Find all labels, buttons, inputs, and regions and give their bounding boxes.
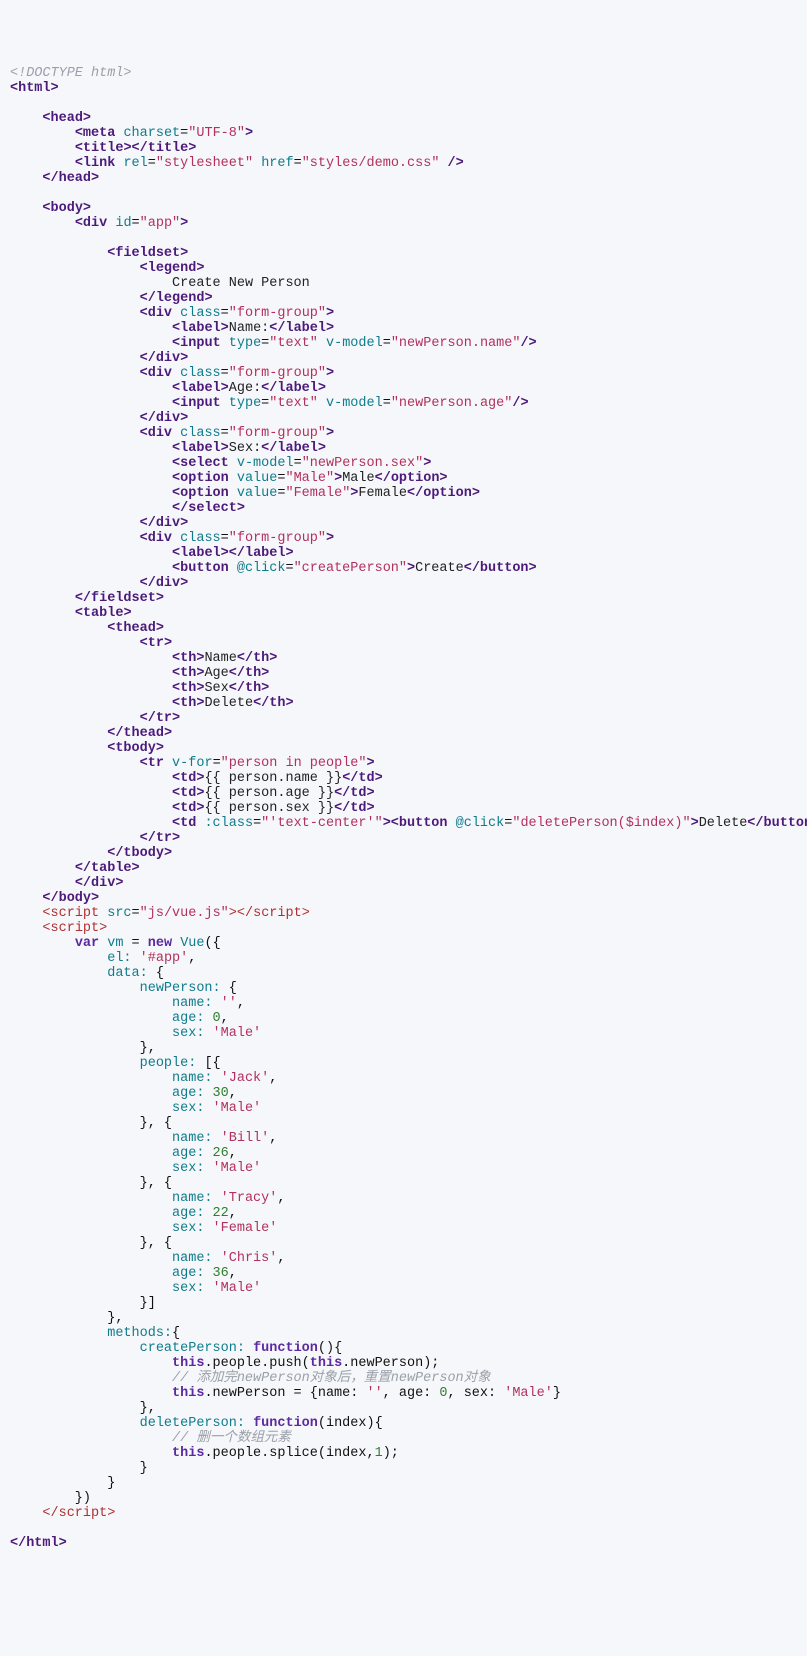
legend-text: Create New Person xyxy=(172,276,310,291)
fieldset-close: </fieldset> xyxy=(75,591,164,606)
script-ext-open: <script xyxy=(42,906,99,921)
code-document: <!DOCTYPE html> <html> <head> <meta char… xyxy=(0,60,807,1581)
script-close: </script> xyxy=(42,1506,115,1521)
body-open: <body> xyxy=(42,201,91,216)
script-open: <script> xyxy=(42,921,107,936)
form-group-2: <div xyxy=(140,366,172,381)
table-close: </table> xyxy=(75,861,140,876)
title-tag: <title></title> xyxy=(75,141,197,156)
doctype-line: <!DOCTYPE html> xyxy=(10,66,132,81)
html-open: <html> xyxy=(10,81,59,96)
meta-tag: <meta xyxy=(75,126,116,141)
head-close: </head> xyxy=(42,171,99,186)
body-close: </body> xyxy=(42,891,99,906)
link-tag: <link xyxy=(75,156,116,171)
legend-open: <legend> xyxy=(140,261,205,276)
form-group-4: <div xyxy=(140,531,172,546)
fieldset-open: <fieldset> xyxy=(107,246,188,261)
html-close: </html> xyxy=(10,1536,67,1551)
form-group-1: <div xyxy=(140,306,172,321)
form-group-3: <div xyxy=(140,426,172,441)
head-open: <head> xyxy=(42,111,91,126)
div-app: <div xyxy=(75,216,107,231)
legend-close: </legend> xyxy=(140,291,213,306)
table-open: <table> xyxy=(75,606,132,621)
